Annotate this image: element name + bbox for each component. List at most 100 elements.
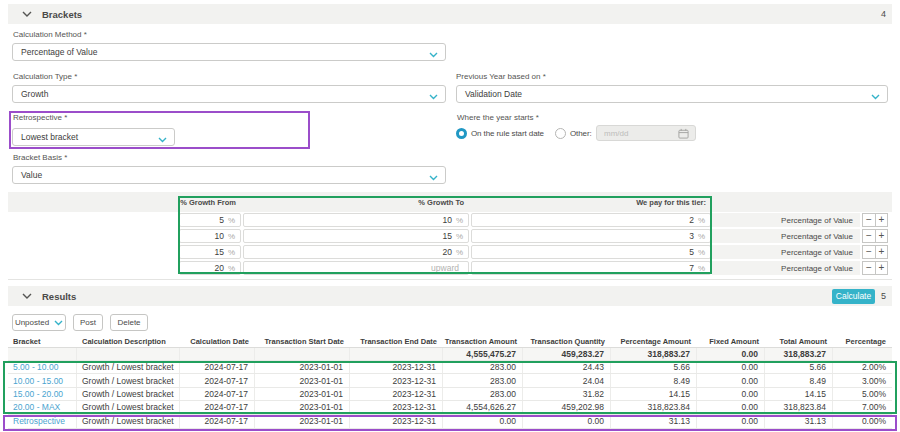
tier-pay-input[interactable]: 7 % [471,261,711,275]
percentage: 3.00% [833,374,892,386]
transaction-end-date: 2023-12-31 [350,415,443,428]
tier-pay-input[interactable]: 5 % [471,245,711,259]
transaction-start-date: 2023-01-01 [255,415,350,428]
rule-start-date-radio[interactable] [456,128,467,139]
calculation-method-select[interactable]: Percentage of Value [12,43,446,61]
tier-col-from: % Growth From [178,198,242,207]
tier-method-label: Percentage of Value [712,261,860,275]
bracket-link[interactable]: 10.00 - 15.00 [8,374,77,386]
tier-to-input[interactable]: 15 % [243,229,469,243]
bracket-link[interactable]: 15.00 - 20.00 [8,388,77,400]
results-section-header[interactable]: Results Calculate 5 [8,286,892,306]
calculation-type-value: Growth [21,89,48,99]
results-row: 15.00 - 20.00 Growth / Lowest bracket 20… [8,388,892,401]
previous-year-value: Validation Date [465,89,522,99]
percentage-amount: 31.13 [611,415,697,428]
brackets-section-header[interactable]: Brackets 4 [8,4,892,24]
tier-table-header: % Growth From % Growth To We pay for thi… [8,192,892,212]
percent-unit: % [228,248,235,257]
col-transaction-amount: Transaction Amount [443,335,523,347]
add-tier-button[interactable]: + [875,261,888,275]
percentage: 0.00% [833,415,892,428]
remove-tier-button[interactable]: − [862,245,875,259]
bracket-link[interactable]: 20.00 - MAX [8,401,77,413]
bracket-link[interactable]: 5.00 - 10.00 [8,361,77,373]
col-calculation-date: Calculation Date [180,335,255,347]
transaction-amount: 283.00 [443,361,523,373]
tier-to-input[interactable]: 10 % [243,213,469,227]
remove-tier-button[interactable]: − [862,261,875,275]
percent-unit: % [456,216,463,225]
transaction-end-date: 2023-12-31 [350,388,443,400]
percent-unit: % [228,232,235,241]
results-table-header: Bracket Calculation Description Calculat… [8,335,892,348]
status-filter-dropdown[interactable]: Unposted [12,314,66,331]
other-radio[interactable] [555,128,566,139]
total-amount: 5.66 [765,361,833,373]
calculation-date: 2024-07-17 [180,374,255,386]
post-button[interactable]: Post [73,314,103,331]
bracket-basis-select[interactable]: Value [12,166,446,184]
calculation-type-select[interactable]: Growth [12,85,446,103]
remove-tier-button[interactable]: − [862,213,875,227]
transaction-quantity: 24.04 [523,374,611,386]
calculation-description: Growth / Lowest bracket [77,361,180,373]
add-tier-button[interactable]: + [875,213,888,227]
transaction-quantity: 31.82 [523,388,611,400]
delete-button[interactable]: Delete [110,314,148,331]
summary-transaction-quantity: 459,283.27 [523,348,611,360]
percent-unit: % [228,264,235,273]
results-retrospective-row: Retrospective Growth / Lowest bracket 20… [8,415,892,429]
results-toolbar: Unposted Post Delete [12,314,148,331]
previous-year-label: Previous Year based on * [456,71,546,82]
col-transaction-quantity: Transaction Quantity [523,335,611,347]
percentage-amount: 14.15 [611,388,697,400]
tier-method-label: Percentage of Value [712,245,860,259]
results-summary-row: 4,555,475.27 459,283.27 318,883.27 0.00 … [8,348,892,361]
tier-to-input[interactable]: 20 % [243,245,469,259]
bracket-link[interactable]: Retrospective [8,415,77,428]
tier-pay-input[interactable]: 2 % [471,213,711,227]
tier-from-input[interactable]: 15 % [179,245,241,259]
percentage: 5.00% [833,388,892,400]
col-percentage-amount: Percentage Amount [611,335,697,347]
calculate-button[interactable]: Calculate [832,289,875,304]
tier-from-input[interactable]: 20 % [179,261,241,275]
previous-year-select[interactable]: Validation Date [456,85,888,103]
add-tier-button[interactable]: + [875,229,888,243]
other-date-input[interactable] [596,125,696,141]
tier-pay-input[interactable]: 3 % [471,229,711,243]
total-amount: 31.13 [765,415,833,428]
transaction-amount: 4,554,626.27 [443,401,523,413]
total-amount: 318,823.84 [765,401,833,413]
calculation-description: Growth / Lowest bracket [77,401,180,413]
transaction-end-date: 2023-12-31 [350,401,443,413]
results-table: Bracket Calculation Description Calculat… [8,335,892,429]
rule-start-date-radio-label: On the rule start date [471,128,544,139]
tier-table: % Growth From % Growth To We pay for thi… [8,192,892,280]
tier-row: 15 % 20 % 5 % Percentage of Value − + [8,244,892,260]
add-tier-button[interactable]: + [875,245,888,259]
chevron-down-icon [158,135,167,145]
remove-tier-button[interactable]: − [862,229,875,243]
tier-to-input[interactable]: upward [243,261,469,275]
transaction-start-date: 2023-01-01 [255,401,350,413]
percent-unit: % [698,216,705,225]
retrospective-select[interactable]: Lowest bracket [12,128,175,146]
transaction-quantity: 24.43 [523,361,611,373]
fixed-amount: 0.00 [697,415,765,428]
section-title: Results [42,291,76,302]
calculation-description: Growth / Lowest bracket [77,415,180,428]
col-calculation-description: Calculation Description [77,335,180,347]
tier-rows: 5 % 10 % 2 % Percentage of Value − + [8,212,892,280]
calculation-type-label: Calculation Type * [13,71,77,82]
where-year-starts-options: On the rule start date Other: [456,125,888,143]
transaction-end-date: 2023-12-31 [350,374,443,386]
tier-row: 5 % 10 % 2 % Percentage of Value − + [8,212,892,228]
tier-from-input[interactable]: 5 % [179,213,241,227]
chevron-down-icon [54,320,63,326]
transaction-start-date: 2023-01-01 [255,361,350,373]
tier-from-input[interactable]: 10 % [179,229,241,243]
transaction-end-date: 2023-12-31 [350,361,443,373]
transaction-amount: 283.00 [443,388,523,400]
